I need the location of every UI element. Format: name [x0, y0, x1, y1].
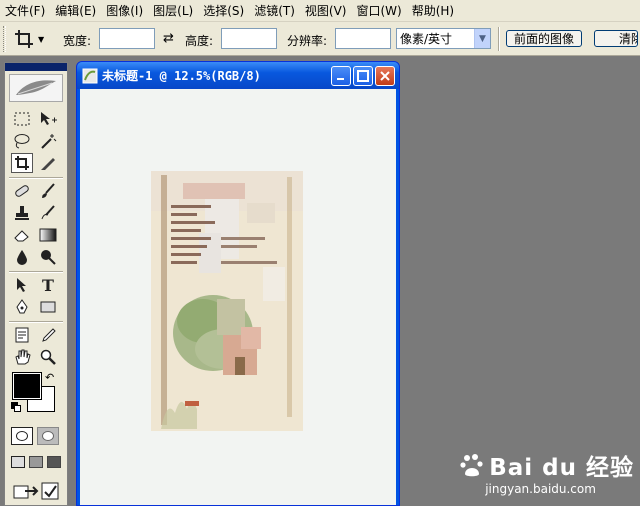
- baidu-logo: Bai du 经验: [459, 448, 634, 482]
- maximize-icon: [357, 70, 369, 82]
- rectangle-tool-icon[interactable]: [37, 297, 59, 317]
- screen-mode-full-menu-icon[interactable]: [29, 456, 43, 468]
- screen-mode-standard-icon[interactable]: [11, 456, 25, 468]
- quick-mask-mode-icon[interactable]: [37, 427, 59, 445]
- menu-layer[interactable]: 图层(L): [150, 2, 200, 19]
- toolbar-divider: [498, 27, 500, 51]
- document-canvas[interactable]: [80, 89, 396, 505]
- maximize-button[interactable]: [353, 66, 373, 86]
- minimize-button[interactable]: [331, 66, 351, 86]
- toolbox-divider: [9, 321, 63, 323]
- width-input[interactable]: [99, 28, 155, 49]
- crop-tool-preset-icon[interactable]: ▼: [14, 29, 48, 49]
- document-window: 未标题-1 @ 12.5%(RGB/8): [76, 61, 400, 506]
- close-icon: [380, 71, 390, 81]
- width-label: 宽度:: [63, 34, 92, 48]
- menu-filter[interactable]: 滤镜(T): [251, 2, 302, 19]
- menu-file[interactable]: 文件(F): [2, 2, 52, 19]
- healing-brush-icon[interactable]: [11, 181, 33, 201]
- toolbar-grip[interactable]: [3, 26, 6, 52]
- crop-icon: [15, 30, 33, 48]
- menu-bar: 文件(F) 编辑(E) 图像(I) 图层(L) 选择(S) 滤镜(T) 视图(V…: [0, 0, 640, 22]
- toolbox-divider: [9, 177, 63, 179]
- paw-icon: [460, 454, 483, 477]
- resolution-input[interactable]: [335, 28, 391, 49]
- menu-edit[interactable]: 编辑(E): [52, 2, 103, 19]
- marquee-tool-icon[interactable]: [11, 109, 33, 129]
- blur-tool-icon[interactable]: [11, 247, 33, 267]
- eraser-tool-icon[interactable]: [11, 225, 33, 245]
- menu-help[interactable]: 帮助(H): [409, 2, 461, 19]
- notes-tool-icon[interactable]: [11, 325, 33, 345]
- toolbox-panel: T ↶: [4, 62, 68, 506]
- menu-window[interactable]: 窗口(W): [353, 2, 408, 19]
- history-brush-icon[interactable]: [37, 203, 59, 223]
- type-tool-icon[interactable]: T: [37, 275, 59, 295]
- swap-colors-icon[interactable]: ↶: [45, 371, 54, 384]
- document-title: 未标题-1 @ 12.5%(RGB/8): [102, 69, 261, 83]
- watermark-url: jingyan.baidu.com: [485, 482, 596, 496]
- pen-tool-icon[interactable]: [11, 297, 33, 317]
- chevron-down-icon: ▼: [474, 29, 490, 48]
- magic-wand-icon[interactable]: [37, 131, 59, 151]
- move-tool-icon[interactable]: [37, 109, 59, 129]
- placed-artwork-image: [151, 171, 303, 431]
- document-icon: [82, 68, 98, 83]
- foreground-color-swatch[interactable]: [12, 372, 42, 400]
- eyedropper-tool-icon[interactable]: [37, 325, 59, 345]
- close-button[interactable]: [375, 66, 395, 86]
- height-input[interactable]: [221, 28, 277, 49]
- baidu-watermark: Bai du 经验 jingyan.baidu.com: [459, 448, 634, 496]
- screen-mode-full-icon[interactable]: [47, 456, 61, 468]
- gradient-tool-icon[interactable]: [37, 225, 59, 245]
- watermark-brand: Bai du 经验: [489, 455, 634, 481]
- zoom-tool-icon[interactable]: [37, 347, 59, 367]
- clear-button[interactable]: 清除: [594, 30, 638, 47]
- slice-tool-icon[interactable]: [37, 153, 59, 173]
- resolution-unit-value: 像素/英寸: [400, 32, 453, 46]
- dodge-tool-icon[interactable]: [37, 247, 59, 267]
- default-colors-icon[interactable]: [11, 402, 21, 412]
- brush-tool-icon[interactable]: [37, 181, 59, 201]
- height-label: 高度:: [185, 34, 214, 48]
- front-image-button[interactable]: 前面的图像: [506, 30, 582, 47]
- options-bar: ▼ 宽度: ⇄ 高度: 分辨率: 像素/英寸 ▼ 前面的图像 清除: [0, 22, 640, 56]
- jump-to-imageready-icon[interactable]: [13, 481, 61, 501]
- menu-select[interactable]: 选择(S): [200, 2, 251, 19]
- toolbox-divider: [9, 271, 63, 273]
- clone-stamp-icon[interactable]: [11, 203, 33, 223]
- toolbox-titlebar[interactable]: [5, 63, 67, 71]
- standard-mode-icon[interactable]: [11, 427, 33, 445]
- lasso-tool-icon[interactable]: [11, 131, 33, 151]
- menu-image[interactable]: 图像(I): [103, 2, 150, 19]
- resolution-unit-select[interactable]: 像素/英寸 ▼: [396, 28, 491, 49]
- crop-tool-icon[interactable]: [11, 153, 33, 173]
- menu-view[interactable]: 视图(V): [302, 2, 354, 19]
- path-selection-icon[interactable]: [11, 275, 33, 295]
- resolution-label: 分辨率:: [287, 34, 328, 48]
- hand-tool-icon[interactable]: [11, 347, 33, 367]
- feather-logo-icon[interactable]: [9, 74, 63, 102]
- swap-dimensions-icon[interactable]: ⇄: [163, 31, 174, 46]
- minimize-icon: [337, 78, 344, 80]
